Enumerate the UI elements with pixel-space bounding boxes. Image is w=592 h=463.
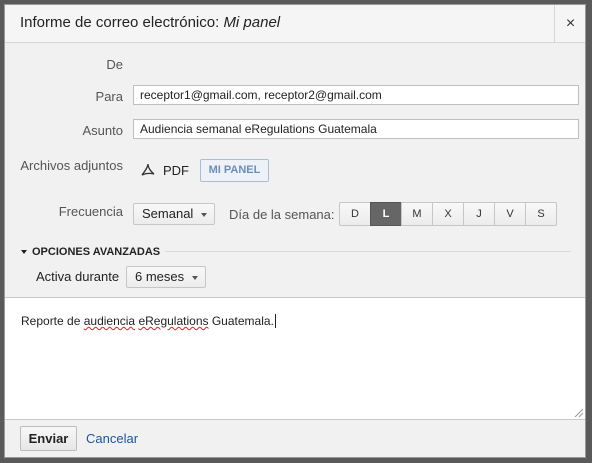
advanced-options-toggle[interactable]: OPCIONES AVANZADAS: [21, 246, 160, 258]
advanced-options-label: OPCIONES AVANZADAS: [32, 246, 161, 258]
dialog-title-prefix: Informe de correo electrónico:: [20, 14, 220, 31]
weekday-button-6[interactable]: S: [525, 202, 557, 226]
attachments-label: Archivos adjuntos: [20, 158, 123, 173]
to-field[interactable]: receptor1@gmail.com, receptor2@gmail.com: [133, 85, 579, 105]
mi-panel-attachment-button[interactable]: MI PANEL: [200, 159, 269, 182]
chevron-down-icon: [201, 213, 207, 217]
weekday-button-4[interactable]: J: [463, 202, 495, 226]
cancel-link[interactable]: Cancelar: [86, 431, 138, 446]
close-icon: ×: [565, 15, 576, 32]
frequency-select[interactable]: Semanal: [133, 203, 215, 225]
active-duration-label: Activa durante: [36, 269, 120, 284]
from-label: De: [106, 57, 123, 72]
pdf-attachment-label[interactable]: PDF: [163, 163, 189, 178]
frequency-value: Semanal: [142, 206, 194, 221]
subject-label: Asunto: [82, 123, 123, 138]
divider: [165, 251, 571, 252]
triangle-down-icon: [21, 250, 27, 255]
pdf-icon[interactable]: [140, 162, 156, 178]
frequency-label: Frecuencia: [58, 204, 123, 219]
weekday-button-0[interactable]: D: [339, 202, 371, 226]
message-text-part: Reporte de: [21, 314, 84, 328]
active-duration-value: 6 meses: [135, 269, 185, 284]
dialog-title-panel: Mi panel: [223, 14, 281, 31]
message-body-textarea[interactable]: Reporte de audiencia eRegulations Guatem…: [5, 297, 585, 420]
message-text-part: Guatemala.: [208, 314, 274, 328]
weekday-button-5[interactable]: V: [494, 202, 526, 226]
message-body-text: Reporte de audiencia eRegulations Guatem…: [21, 314, 276, 328]
misspelled-word: eRegulations: [138, 314, 209, 328]
to-label: Para: [95, 89, 123, 104]
dialog-header: Informe de correo electrónico: Mi panel …: [5, 5, 585, 43]
chevron-down-icon: [192, 276, 198, 280]
misspelled-word: audiencia: [83, 314, 136, 328]
active-duration-select[interactable]: 6 meses: [126, 266, 206, 288]
weekday-selector: DLMXJVS: [339, 202, 557, 226]
resize-handle-icon[interactable]: [573, 407, 583, 417]
send-button[interactable]: Enviar: [20, 426, 77, 451]
dialog-title: Informe de correo electrónico: Mi panel: [20, 14, 280, 31]
weekday-button-2[interactable]: M: [401, 202, 433, 226]
weekday-button-3[interactable]: X: [432, 202, 464, 226]
text-cursor: [274, 314, 276, 328]
subject-field[interactable]: Audiencia semanal eRegulations Guatemala: [133, 119, 579, 139]
weekday-label: Día de la semana:: [229, 207, 335, 222]
close-button[interactable]: ×: [554, 5, 586, 42]
weekday-button-1[interactable]: L: [370, 202, 402, 226]
email-report-dialog: Informe de correo electrónico: Mi panel …: [4, 4, 586, 458]
